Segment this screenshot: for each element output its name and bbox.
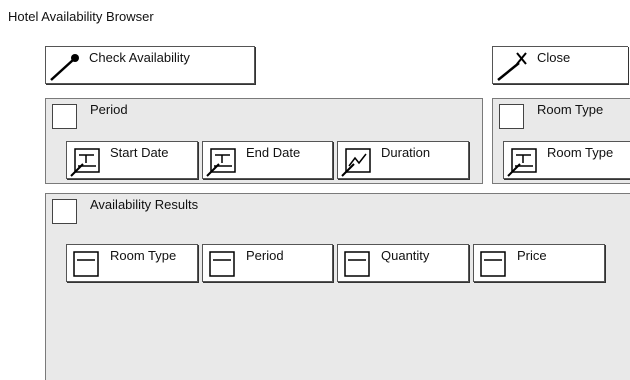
close-button[interactable]: Close: [492, 46, 628, 84]
column-icon: [344, 251, 370, 277]
window-title: Hotel Availability Browser: [8, 9, 154, 24]
availability-results-panel: Availability Results Room Type Period Qu…: [45, 193, 630, 380]
duration-label: Duration: [381, 145, 431, 160]
action-arrow-icon: [48, 51, 82, 83]
room-type-field[interactable]: Room Type: [503, 141, 630, 179]
duration-field[interactable]: Duration: [337, 141, 469, 179]
end-date-label: End Date: [246, 145, 301, 160]
column-period[interactable]: Period: [202, 244, 333, 282]
availability-results-checkbox[interactable]: [52, 199, 77, 224]
column-icon: [480, 251, 506, 277]
column-icon: [209, 251, 235, 277]
close-arrow-icon: [495, 51, 529, 83]
column-price[interactable]: Price: [473, 244, 605, 282]
column-room-type[interactable]: Room Type: [66, 244, 198, 282]
check-availability-label: Check Availability: [89, 50, 190, 65]
column-price-label: Price: [517, 248, 547, 263]
column-period-label: Period: [246, 248, 284, 263]
close-label: Close: [537, 50, 571, 65]
room-type-title: Room Type: [537, 102, 604, 117]
text-field-icon: [205, 145, 239, 178]
check-availability-button[interactable]: Check Availability: [45, 46, 255, 84]
column-quantity-label: Quantity: [381, 248, 430, 263]
text-field-icon: [69, 145, 103, 178]
room-type-field-label: Room Type: [547, 145, 614, 160]
start-date-label: Start Date: [110, 145, 169, 160]
text-field-icon: [506, 145, 540, 178]
room-type-checkbox[interactable]: [499, 104, 524, 129]
column-icon: [73, 251, 99, 277]
column-room-type-label: Room Type: [110, 248, 177, 263]
end-date-field[interactable]: End Date: [202, 141, 333, 179]
start-date-field[interactable]: Start Date: [66, 141, 198, 179]
period-checkbox[interactable]: [52, 104, 77, 129]
column-quantity[interactable]: Quantity: [337, 244, 469, 282]
numeric-field-icon: [340, 145, 374, 178]
period-panel: Period Start Date End Date Duration: [45, 98, 483, 184]
period-title: Period: [90, 102, 128, 117]
room-type-panel: Room Type Room Type: [492, 98, 630, 184]
availability-results-title: Availability Results: [90, 197, 199, 212]
